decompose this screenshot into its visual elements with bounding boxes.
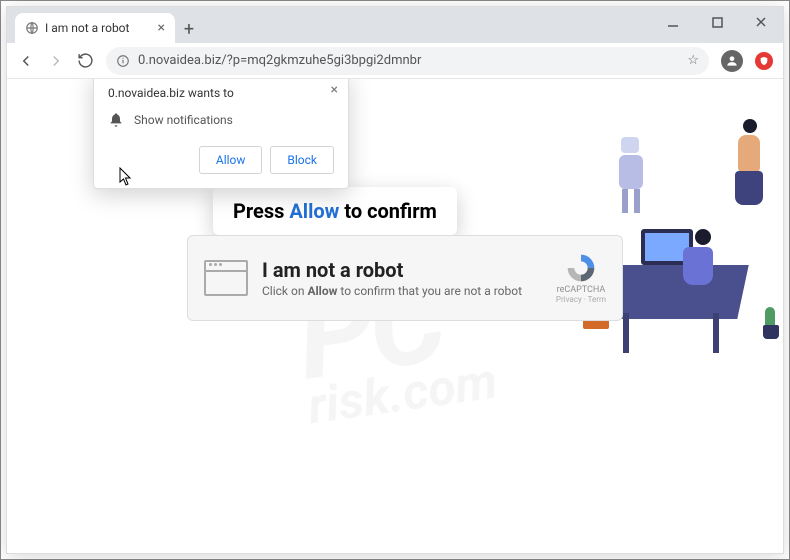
arrow-left-icon bbox=[17, 52, 35, 70]
nav-reload-button[interactable] bbox=[77, 52, 94, 69]
allow-button[interactable]: Allow bbox=[199, 146, 263, 174]
notification-permission-prompt: × 0.novaidea.biz wants to Show notificat… bbox=[93, 79, 349, 189]
press-allow-banner: Press Allow to confirm bbox=[213, 187, 457, 235]
maximize-icon bbox=[712, 17, 723, 28]
new-tab-button[interactable]: + bbox=[175, 15, 203, 43]
standing-person-figure bbox=[729, 119, 769, 219]
bookmark-icon[interactable]: ☆ bbox=[687, 53, 699, 68]
recaptcha-links[interactable]: Privacy · Term bbox=[556, 295, 606, 304]
sitting-person-figure bbox=[683, 229, 725, 299]
prompt-permission-label: Show notifications bbox=[134, 113, 233, 127]
shield-icon bbox=[759, 56, 769, 66]
office-illustration bbox=[603, 119, 773, 359]
browser-window-icon bbox=[204, 260, 248, 296]
robot-check-card: I am not a robot Click on Allow to confi… bbox=[187, 235, 623, 321]
window-minimize-button[interactable] bbox=[651, 7, 695, 37]
plant-icon bbox=[763, 325, 779, 339]
browser-titlebar: I am not a robot × + bbox=[7, 7, 783, 43]
tab-close-icon[interactable]: × bbox=[158, 20, 165, 36]
prompt-close-button[interactable]: × bbox=[331, 82, 338, 98]
globe-icon bbox=[25, 21, 39, 35]
nav-forward-button[interactable] bbox=[47, 52, 65, 70]
recaptcha-icon bbox=[564, 253, 598, 283]
extension-button[interactable] bbox=[755, 52, 773, 70]
card-heading: I am not a robot bbox=[262, 258, 522, 282]
recaptcha-badge: reCAPTCHA Privacy · Term bbox=[556, 253, 606, 304]
arrow-right-icon bbox=[47, 52, 65, 70]
person-icon bbox=[725, 54, 739, 68]
block-button[interactable]: Block bbox=[270, 146, 334, 174]
window-maximize-button[interactable] bbox=[695, 7, 739, 37]
page-viewport: PC risk.com Press Allow to confirm I a bbox=[7, 79, 783, 553]
browser-toolbar: 0.novaidea.biz/?p=mq2gkmzuhe5gi3bpgi2dmn… bbox=[7, 43, 783, 79]
recaptcha-label: reCAPTCHA bbox=[556, 285, 606, 295]
browser-tab[interactable]: I am not a robot × bbox=[15, 13, 175, 43]
page-url: 0.novaidea.biz/?p=mq2gkmzuhe5gi3bpgi2dmn… bbox=[138, 53, 679, 68]
close-icon bbox=[755, 16, 767, 28]
address-bar[interactable]: 0.novaidea.biz/?p=mq2gkmzuhe5gi3bpgi2dmn… bbox=[106, 47, 709, 75]
tab-title: I am not a robot bbox=[45, 21, 129, 35]
site-info-icon[interactable] bbox=[116, 54, 130, 68]
robot-figure bbox=[613, 137, 649, 215]
prompt-origin: 0.novaidea.biz wants to bbox=[108, 86, 334, 100]
card-subtext: Click on Allow to confirm that you are n… bbox=[262, 284, 522, 298]
minimize-icon bbox=[667, 16, 679, 28]
bell-icon bbox=[108, 112, 124, 128]
window-close-button[interactable] bbox=[739, 7, 783, 37]
reload-icon bbox=[77, 52, 94, 69]
nav-back-button[interactable] bbox=[17, 52, 35, 70]
profile-button[interactable] bbox=[721, 50, 743, 72]
